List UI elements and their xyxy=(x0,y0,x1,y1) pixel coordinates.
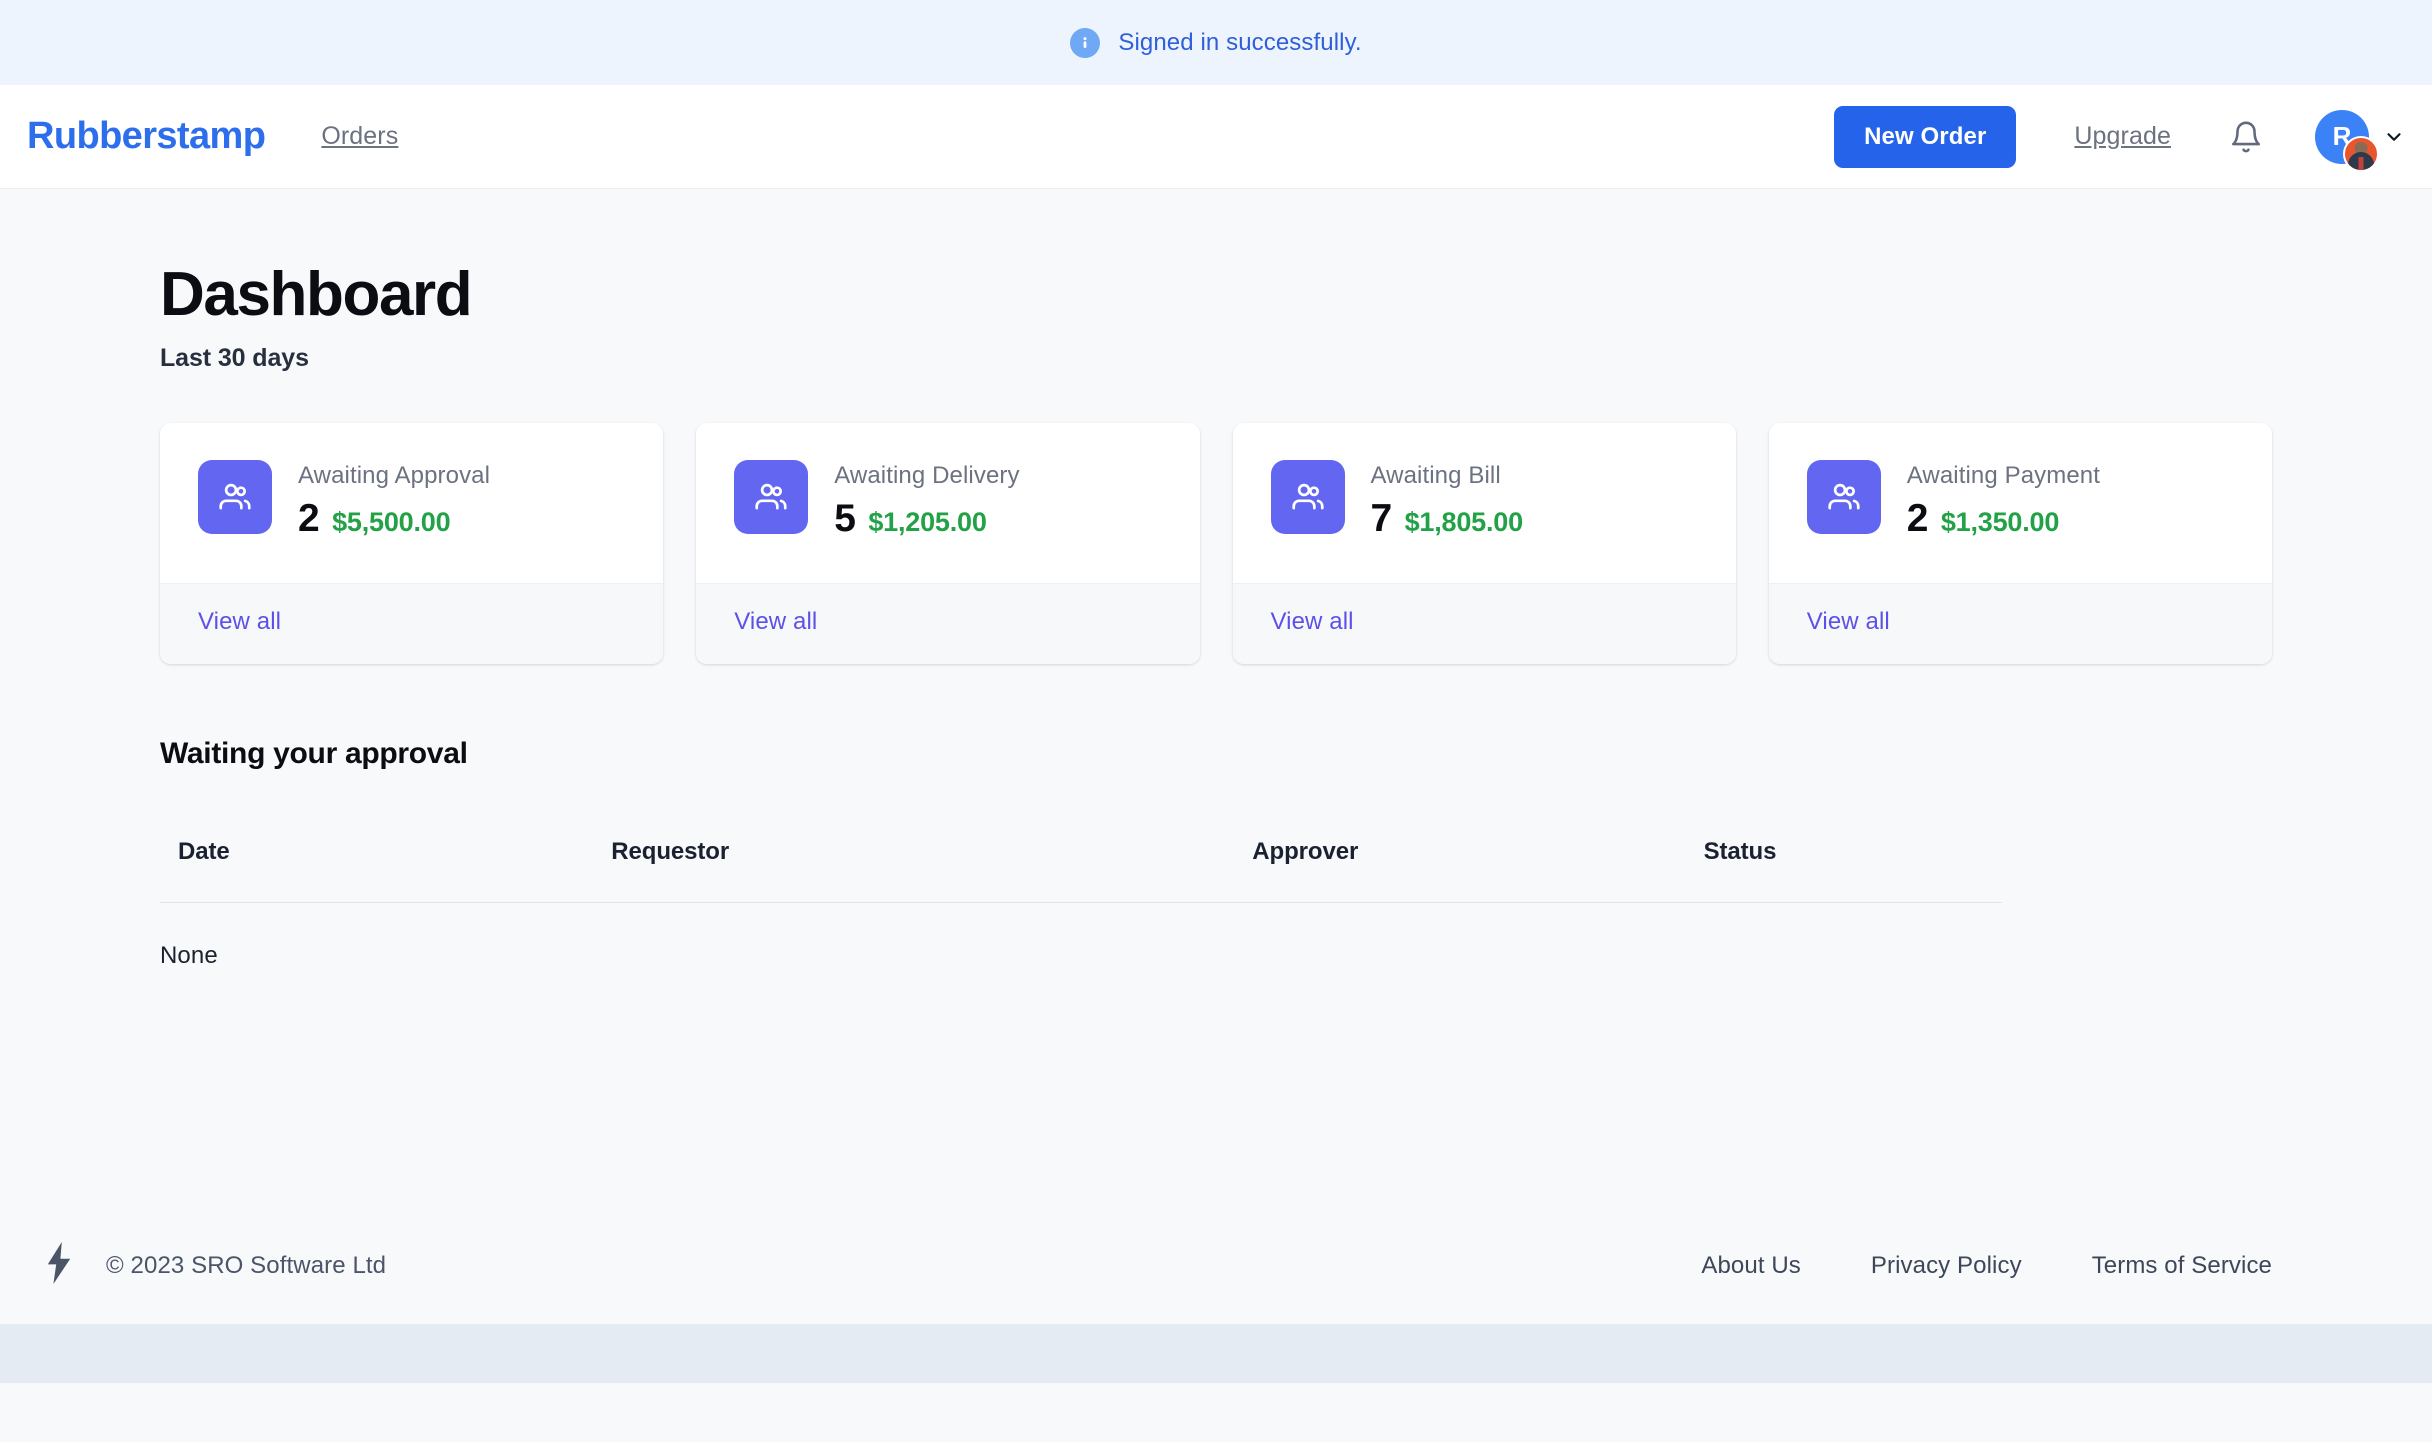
stat-card-count: 7 xyxy=(1371,497,1392,541)
stat-card-meta: Awaiting Payment 2 $1,350.00 xyxy=(1907,460,2100,541)
stat-card-amount: $1,205.00 xyxy=(868,507,986,538)
view-all-link[interactable]: View all xyxy=(1807,608,1890,635)
stat-card: Awaiting Payment 2 $1,350.00 View all xyxy=(1769,423,2272,664)
approval-table-head: Date Requestor Approver Status xyxy=(160,838,2002,903)
footer-link-privacy-policy[interactable]: Privacy Policy xyxy=(1871,1252,2022,1280)
stat-card-footer: View all xyxy=(1769,583,2272,664)
avatar-photo-badge xyxy=(2343,136,2379,172)
column-header-date: Date xyxy=(160,838,611,903)
footer-links: About Us Privacy Policy Terms of Service xyxy=(1701,1252,2272,1280)
stat-card-figures: 5 $1,205.00 xyxy=(834,497,1019,541)
upgrade-link[interactable]: Upgrade xyxy=(2074,122,2171,151)
approval-table: Date Requestor Approver Status None xyxy=(160,838,2002,970)
stat-card-count: 2 xyxy=(298,497,319,541)
navbar-right: New Order Upgrade R xyxy=(1834,106,2405,168)
footer-link-terms-of-service[interactable]: Terms of Service xyxy=(2092,1252,2272,1280)
stat-cards: Awaiting Approval 2 $5,500.00 View all xyxy=(160,423,2272,664)
stat-card-amount: $1,350.00 xyxy=(1941,507,2059,538)
page-title: Dashboard xyxy=(160,189,2272,330)
stat-card: Awaiting Delivery 5 $1,205.00 View all xyxy=(696,423,1199,664)
stat-card-label: Awaiting Delivery xyxy=(834,462,1019,489)
users-group-icon xyxy=(734,460,808,534)
bottom-strip xyxy=(0,1324,2432,1383)
stat-card-amount: $5,500.00 xyxy=(332,507,450,538)
column-header-status: Status xyxy=(1704,838,2002,903)
table-row: None xyxy=(160,903,2002,971)
stat-card-footer: View all xyxy=(1233,583,1736,664)
view-all-link[interactable]: View all xyxy=(198,608,281,635)
info-icon xyxy=(1070,28,1100,58)
stat-card-body: Awaiting Approval 2 $5,500.00 xyxy=(160,423,663,583)
flash-message: Signed in successfully. xyxy=(1118,29,1361,57)
stat-card-figures: 7 $1,805.00 xyxy=(1371,497,1523,541)
users-group-icon xyxy=(198,460,272,534)
chevron-down-icon[interactable] xyxy=(2383,126,2405,148)
stat-card-label: Awaiting Bill xyxy=(1371,462,1501,489)
lightning-bolt-icon xyxy=(42,1242,76,1289)
footer-copyright: © 2023 SRO Software Ltd xyxy=(106,1252,386,1280)
stat-card-count: 5 xyxy=(834,497,855,541)
stat-card-figures: 2 $5,500.00 xyxy=(298,497,490,541)
approval-section-title: Waiting your approval xyxy=(160,737,2272,771)
stat-card-amount: $1,805.00 xyxy=(1405,507,1523,538)
stat-card-label: Awaiting Approval xyxy=(298,462,490,489)
stat-card-meta: Awaiting Bill 7 $1,805.00 xyxy=(1371,460,1523,541)
view-all-link[interactable]: View all xyxy=(734,608,817,635)
stat-card-body: Awaiting Bill 7 $1,805.00 xyxy=(1233,423,1736,583)
users-group-icon xyxy=(1807,460,1881,534)
stat-card-footer: View all xyxy=(160,583,663,664)
page-content: Dashboard Last 30 days Awaiting Appro xyxy=(0,189,2432,1383)
stat-card-meta: Awaiting Approval 2 $5,500.00 xyxy=(298,460,490,541)
stat-card-body: Awaiting Delivery 5 $1,205.00 xyxy=(696,423,1199,583)
stat-card: Awaiting Bill 7 $1,805.00 View all xyxy=(1233,423,1736,664)
flash-banner: Signed in successfully. xyxy=(0,0,2432,85)
view-all-link[interactable]: View all xyxy=(1271,608,1354,635)
stat-card: Awaiting Approval 2 $5,500.00 View all xyxy=(160,423,663,664)
avatar[interactable]: R xyxy=(2315,110,2369,164)
stat-card-meta: Awaiting Delivery 5 $1,205.00 xyxy=(834,460,1019,541)
page-subtitle: Last 30 days xyxy=(160,344,2272,373)
brand-logo[interactable]: Rubberstamp xyxy=(27,115,265,158)
stat-card-count: 2 xyxy=(1907,497,1928,541)
footer-link-about-us[interactable]: About Us xyxy=(1701,1252,1801,1280)
approval-table-wrapper: Date Requestor Approver Status None xyxy=(160,838,2272,970)
nav-item-orders[interactable]: Orders xyxy=(321,122,398,151)
approval-table-body: None xyxy=(160,903,2002,971)
stat-card-figures: 2 $1,350.00 xyxy=(1907,497,2100,541)
footer-left: © 2023 SRO Software Ltd xyxy=(42,1242,386,1289)
new-order-button[interactable]: New Order xyxy=(1834,106,2016,168)
navbar: Rubberstamp Orders New Order Upgrade R xyxy=(0,85,2432,189)
empty-state-text: None xyxy=(160,903,2002,971)
column-header-approver: Approver xyxy=(1252,838,1703,903)
users-group-icon xyxy=(1271,460,1345,534)
column-header-requestor: Requestor xyxy=(611,838,1252,903)
stat-card-label: Awaiting Payment xyxy=(1907,462,2100,489)
stat-card-footer: View all xyxy=(696,583,1199,664)
stat-card-body: Awaiting Payment 2 $1,350.00 xyxy=(1769,423,2272,583)
footer: © 2023 SRO Software Ltd About Us Privacy… xyxy=(0,1207,2432,1324)
table-header-row: Date Requestor Approver Status xyxy=(160,838,2002,903)
bell-icon[interactable] xyxy=(2229,120,2263,154)
